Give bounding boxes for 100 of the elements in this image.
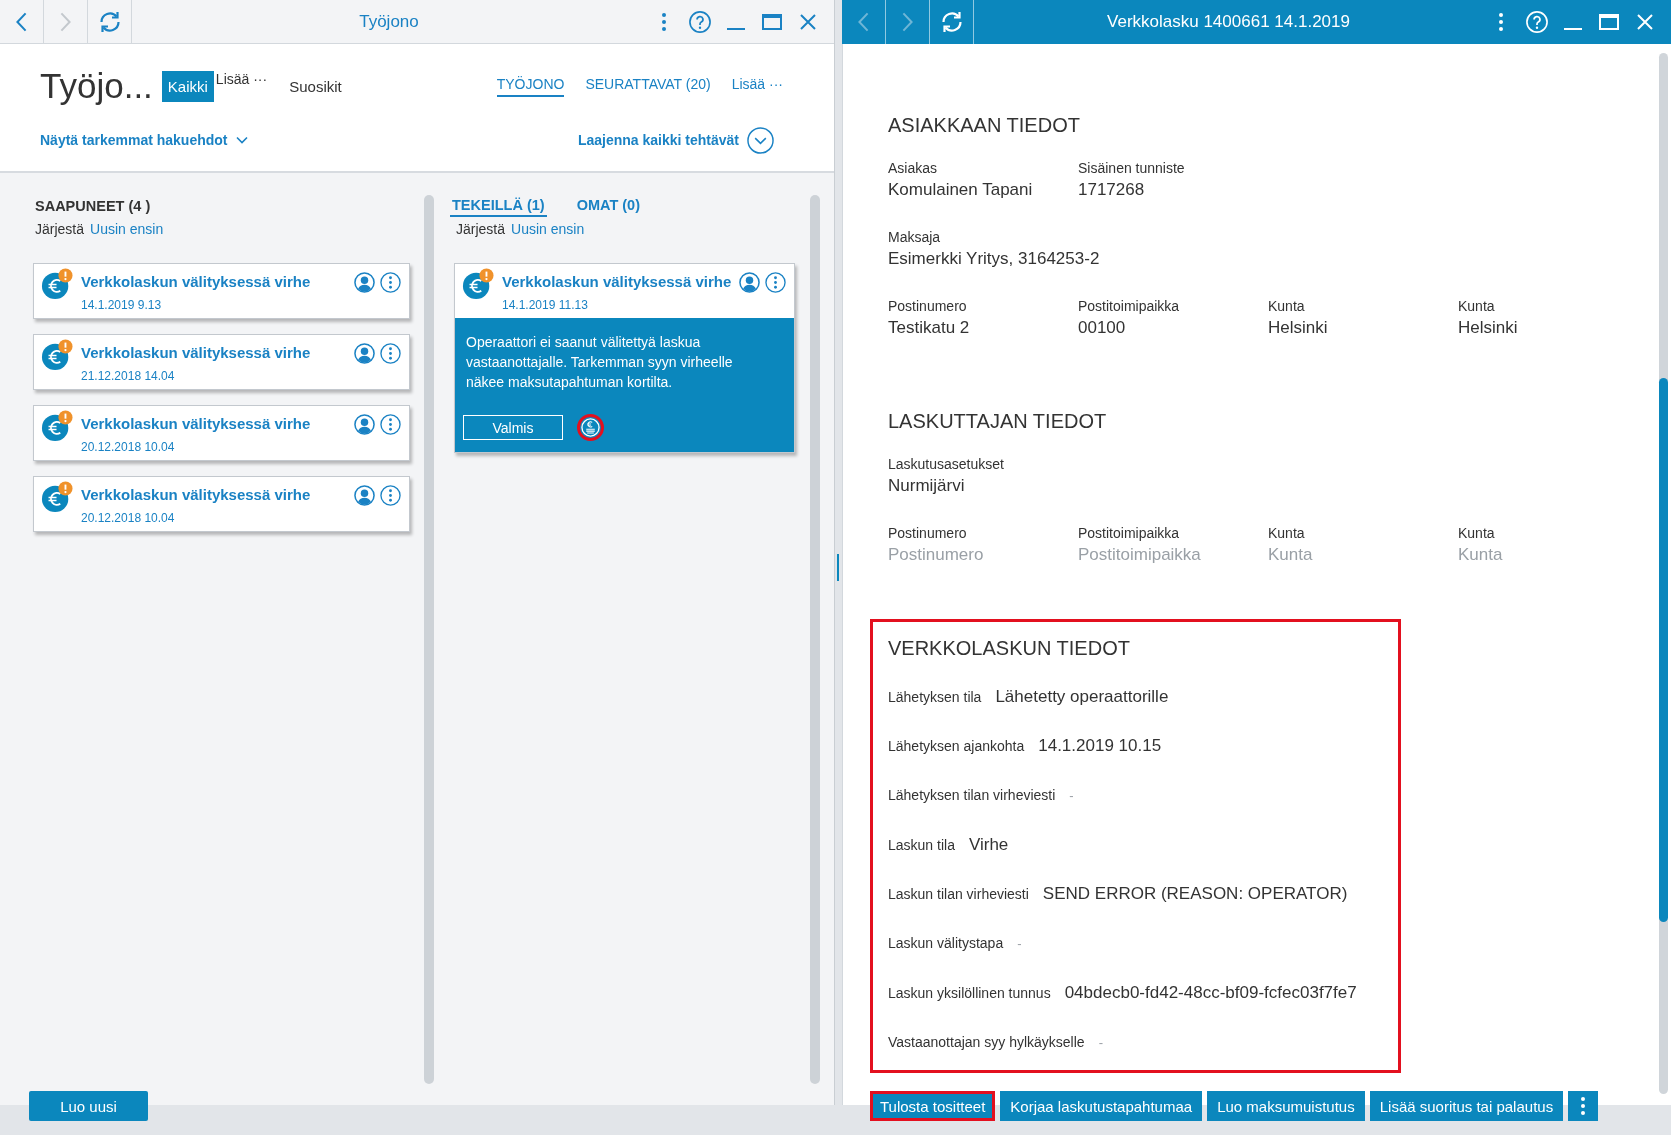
person-icon [354,272,375,293]
card-action-button[interactable] [577,414,604,441]
section-title: ASIAKKAAN TIEDOT [888,113,1081,138]
help-icon [1526,11,1548,33]
maximize-icon [1599,14,1619,30]
input-field[interactable]: Postinumero [888,543,1063,567]
euro-alert-icon [41,410,73,442]
field-value: 1717268 [1078,179,1145,201]
splitter-handle[interactable] [837,554,839,581]
chevron-circle-icon [747,126,774,154]
assignee-button[interactable] [739,272,760,293]
more-circle-icon [765,272,786,293]
task-card[interactable]: Verkkolaskun välityksessä virhe 14.1.2019 11.13 Operaattori ei saanut välitettyä laskua vastaanottajalle. Tarkemman syyn virheelle näkee maksutapahtuman kortilta. Valmis [454,263,795,453]
assignee-button[interactable] [354,485,375,506]
more-circle-icon [380,272,401,293]
field-label: Laskun tilan virheviesti [888,885,1029,904]
field-label: Laskutusasetukset [888,455,1004,474]
field-value: Helsinki [1268,317,1328,339]
card-date: 21.12.2018 14.04 [81,368,176,384]
column-tab[interactable]: OMAT (0) [574,196,642,217]
field-label: Kunta [1458,524,1495,543]
person-icon [739,272,760,293]
euro-alert-icon [41,268,73,300]
euro-alert-icon [41,481,73,513]
field-value: Komulainen Tapani [888,179,1033,201]
assignee-button[interactable] [354,343,375,364]
more-button[interactable] [380,272,401,293]
action-button[interactable]: Korjaa laskutustapahtumaa [1000,1091,1203,1121]
card-title: Verkkolaskun välityksessä virhe [81,485,312,505]
more-menu-tab[interactable]: Lisää ··· [213,68,270,89]
more-button[interactable] [380,485,401,506]
done-button[interactable]: Valmis [463,415,563,440]
card-date: 20.12.2018 10.04 [81,439,176,455]
more-button[interactable] [765,272,786,293]
chevron-down-icon [235,136,248,144]
scrollbar-thumb[interactable] [1659,378,1668,922]
empty-value: - [1069,787,1074,805]
close-icon [800,13,816,30]
euro-coin-icon [581,418,600,437]
refresh-icon [99,10,120,33]
field-value: Lähetetty operaattorille [995,686,1169,708]
scrollbar[interactable] [810,195,820,1084]
field-label: Lähetyksen tilan virheviesti [888,786,1056,805]
card-date: 20.12.2018 10.04 [81,510,176,526]
window-title: Verkkolasku 1400661 14.1.2019 [1107,12,1350,32]
action-button[interactable]: Lisää suoritus tai palautus [1369,1091,1564,1121]
expand-all-link[interactable]: Laajenna kaikki tehtävät [577,126,774,154]
card-title: Verkkolaskun välityksessä virhe [81,414,312,434]
view-tab[interactable]: Kaikki [161,70,214,102]
field-label: Laskun välitystapa [888,934,1004,953]
field-value: 04bdecb0-fd42-48cc-bf09-fcfec03f7fe7 [1064,982,1357,1004]
field-value: 14.1.2019 10.15 [1038,735,1162,757]
person-icon [354,343,375,364]
empty-value: - [1017,935,1022,953]
more-circle-icon [380,485,401,506]
card-message: Operaattori ei saanut välitettyä laskua vastaanottajalle. Tarkemman syyn virheelle näkee maksutapahtuman kortilta. [466,333,734,392]
field-label: Lähetyksen tila [888,688,982,707]
input-field[interactable]: Kunta [1268,543,1443,567]
scrollbar[interactable] [1659,53,1668,1094]
task-card[interactable]: Verkkolaskun välityksessä virhe 20.12.2018 10.04 [33,476,410,532]
task-card[interactable]: Verkkolaskun välityksessä virhe 20.12.2018 10.04 [33,405,410,461]
field-value: Esimerkki Yritys, 3164253-2 [888,248,1100,270]
action-button[interactable]: Tulosta tositteet [870,1091,996,1121]
field-label: Postitoimipaikka [1078,297,1180,316]
field-value: SEND ERROR (REASON: OPERATOR) [1042,883,1348,905]
card-date: 14.1.2019 9.13 [81,297,163,313]
queue-tab[interactable]: Lisää ··· [731,75,783,97]
task-card[interactable]: Verkkolaskun välityksessä virhe 21.12.2018 14.04 [33,334,410,390]
field-label: Kunta [1268,297,1305,316]
person-icon [354,485,375,506]
sort-link[interactable]: Uusin ensin [90,220,164,238]
view-tab[interactable]: Suosikit [283,70,348,102]
field-label: Asiakas [888,159,938,178]
page-title: Työjo... [40,65,153,107]
column-heading: SAAPUNEET (4 ) [34,197,151,216]
assignee-button[interactable] [354,414,375,435]
card-title: Verkkolaskun välityksessä virhe [502,272,733,292]
sort-link[interactable]: Uusin ensin [511,220,585,238]
field-label: Lähetyksen ajankohta [888,737,1025,756]
filter-toggle-link[interactable]: Näytä tarkemmat hakuehdot [40,132,248,148]
assignee-button[interactable] [354,272,375,293]
field-label: Kunta [1268,524,1305,543]
more-button[interactable] [380,414,401,435]
minimize-icon [727,27,745,30]
empty-value: - [1098,1034,1103,1052]
queue-tab[interactable]: SEURATTAVAT (20) [585,75,711,97]
action-button[interactable]: Luo maksumuistutus [1207,1091,1365,1121]
input-field[interactable]: Kunta [1458,543,1633,567]
queue-tab[interactable]: TYÖJONO [496,75,565,97]
input-field[interactable]: Postitoimipaikka [1078,543,1253,567]
column-tab[interactable]: TEKEILLÄ (1) [450,196,547,217]
scrollbar[interactable] [424,195,434,1084]
new-button[interactable]: Luo uusi [29,1091,148,1121]
card-title: Verkkolaskun välityksessä virhe [81,272,312,292]
more-button[interactable] [380,343,401,364]
section-title: VERKKOLASKUN TIEDOT [888,636,1131,661]
field-label: Kunta [1458,297,1495,316]
field-label: Laskun tila [888,836,955,855]
task-card[interactable]: Verkkolaskun välityksessä virhe 14.1.2019 9.13 [33,263,410,319]
more-actions-button[interactable] [1568,1091,1599,1121]
